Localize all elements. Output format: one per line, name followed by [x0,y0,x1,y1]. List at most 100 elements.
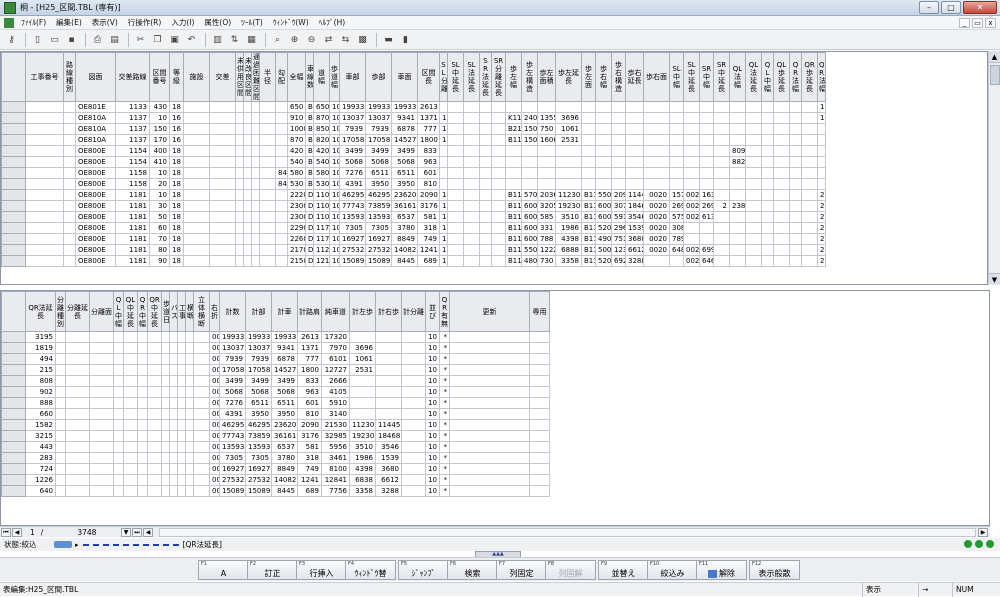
table-cell[interactable] [193,463,210,475]
table-cell[interactable]: 730 [537,255,556,267]
table-cell[interactable]: 646 [699,255,714,267]
table-cell[interactable] [113,474,124,486]
table-cell[interactable] [439,178,448,190]
table-cell[interactable]: 17058 [219,364,246,376]
table-cell[interactable] [401,386,426,398]
table-cell[interactable] [817,145,826,157]
table-cell[interactable] [349,375,376,387]
table-cell[interactable] [713,123,730,135]
table-cell[interactable]: 10 [425,463,440,475]
table-cell[interactable] [555,167,582,179]
table-cell[interactable] [63,134,76,146]
table-cell[interactable] [683,112,700,124]
table-cell[interactable]: 6511 [245,397,272,409]
table-cell[interactable] [147,452,162,464]
table-cell[interactable] [537,167,556,179]
monitor-icon[interactable]: ▬ [381,32,396,47]
table-cell[interactable] [529,364,550,376]
table-cell[interactable]: 60 [149,222,170,234]
scroll-up-icon[interactable]: ▲ [989,51,1000,63]
table-cell[interactable] [275,189,288,201]
table-row[interactable]: OE810A11371016910B8701001303713037934113… [1,112,826,124]
table-cell[interactable] [491,167,506,179]
table-cell[interactable]: 1371 [417,112,440,124]
table-cell[interactable] [595,134,612,146]
table-cell[interactable] [147,463,162,475]
table-cell[interactable]: 6537 [391,211,418,223]
table-cell[interactable]: 581 [417,211,440,223]
table-cell[interactable]: 13593 [245,441,272,453]
table-cell[interactable] [259,200,276,212]
table-cell[interactable]: 550 [521,244,538,256]
table-cell[interactable] [137,430,148,442]
table-cell[interactable]: 318 [417,222,440,234]
table-cell[interactable] [169,452,178,464]
table-cell[interactable]: 70 [149,233,170,245]
table-cell[interactable] [729,123,746,135]
table-cell[interactable]: 601 [297,397,322,409]
table-cell[interactable] [643,112,670,124]
column-header[interactable]: 区間長 [417,52,440,102]
table-cell[interactable]: 660 [25,408,56,420]
table-cell[interactable] [801,255,818,267]
table-cell[interactable]: 1137 [115,123,150,135]
table-cell[interactable]: 7305 [365,222,392,234]
table-cell[interactable]: 8100 [321,463,350,475]
table-cell[interactable]: B21 [505,123,522,135]
table-cell[interactable] [625,123,644,135]
first-record-icon[interactable]: ⏮ [1,527,11,537]
table-cell[interactable] [243,255,252,267]
table-cell[interactable] [491,244,506,256]
table-cell[interactable] [65,441,90,453]
table-cell[interactable]: 150 [521,123,538,135]
column-header[interactable]: QL中延長 [123,291,138,332]
table-cell[interactable] [801,134,818,146]
column-header[interactable]: 専用 [529,291,550,332]
table-cell[interactable] [147,364,162,376]
table-cell[interactable] [259,145,276,157]
table-cell[interactable] [55,386,66,398]
table-cell[interactable] [259,167,276,179]
table-cell[interactable]: 100 [329,222,340,234]
table-cell[interactable] [479,189,492,201]
table-cell[interactable]: 1181 [115,189,150,201]
table-cell[interactable]: 3140 [321,408,350,420]
save-icon[interactable]: ▪ [64,32,79,47]
table-cell[interactable] [625,101,644,113]
table-cell[interactable] [401,342,426,354]
last-record-icon[interactable]: ⏭ [132,527,142,537]
table-cell[interactable] [209,200,236,212]
row-header[interactable] [1,189,26,201]
column-header[interactable]: 車面 [391,52,418,102]
table-cell[interactable]: 2290 [287,222,306,234]
table-cell[interactable] [713,233,730,245]
table-cell[interactable] [113,397,124,409]
table-cell[interactable] [137,375,148,387]
table-cell[interactable]: OE800E [75,255,116,267]
table-cell[interactable]: 13593 [219,441,246,453]
table-cell[interactable] [177,397,186,409]
table-cell[interactable]: 6537 [271,441,298,453]
table-cell[interactable]: 19230 [349,430,376,442]
table-cell[interactable]: 820 [313,134,330,146]
table-cell[interactable] [25,156,64,168]
column-header[interactable]: 図面 [75,52,116,102]
table-cell[interactable]: 0020 [683,189,700,201]
table-cell[interactable]: D [305,200,314,212]
table-cell[interactable] [259,123,276,135]
table-cell[interactable]: 00 [209,342,220,354]
table-cell[interactable] [169,342,178,354]
table-cell[interactable]: 00 [209,485,220,497]
table-cell[interactable] [611,101,626,113]
table-cell[interactable] [161,408,170,420]
table-cell[interactable] [251,178,260,190]
table-cell[interactable] [611,167,626,179]
table-cell[interactable]: 3215 [25,430,56,442]
table-cell[interactable] [161,430,170,442]
table-cell[interactable] [55,463,66,475]
table-cell[interactable]: 00 [209,474,220,486]
table-cell[interactable] [505,178,522,190]
column-header[interactable]: SL中幅 [669,52,684,102]
column-header[interactable]: 横断 [185,291,194,332]
table-cell[interactable]: 1230 [611,244,626,256]
